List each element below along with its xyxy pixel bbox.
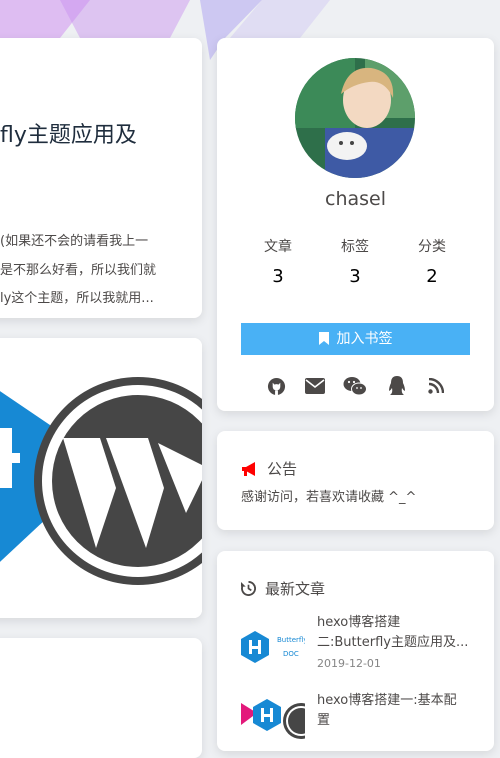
recent-post-title[interactable]: hexo博客搭建一:基本配 置 [317,691,482,731]
post-title[interactable]: fly主题应用及 [0,117,137,149]
email-icon[interactable] [303,375,327,397]
post-excerpt: (如果还不会的请看我上一 是不那么好看，所以我们就 ly这个主题，所以我就用..… [0,228,200,314]
excerpt-line: ly这个主题，所以我就用... [0,291,154,306]
rss-icon[interactable] [424,375,448,397]
recent-post-item[interactable]: Butterfly DOC hexo博客搭建 二:Butterfly主题应用及.… [241,613,481,673]
avatar[interactable] [295,58,415,178]
announcement-header: 公告 [241,458,297,479]
recent-post-item[interactable]: hexo博客搭建一:基本配 置 [241,691,481,751]
avatar-image [295,58,415,178]
wechat-icon[interactable] [343,375,367,397]
post-card-cover[interactable] [0,338,202,618]
bookmark-button[interactable]: 加入书签 [241,323,470,355]
announcement-text: 感谢访问，若喜欢请收藏 ^_^ [241,490,417,505]
stat-value: 3 [272,266,284,287]
stat-value: 2 [426,266,438,287]
stat-label: 标签 [341,239,369,255]
recent-posts-card: 最新文章 Butterfly DOC hexo博客搭建 二:Butterfly主… [217,551,494,751]
excerpt-line: 是不那么好看，所以我们就 [0,262,157,278]
recent-post-title-line: hexo博客搭建 [317,615,401,630]
stat-label: 分类 [418,239,446,255]
announcement-card: 公告 感谢访问，若喜欢请收藏 ^_^ [217,431,494,530]
svg-text:DOC: DOC [283,650,299,658]
recent-post-thumbnail[interactable] [241,691,305,751]
stat-articles[interactable]: 文章 3 [248,236,308,287]
stat-value: 3 [349,266,361,287]
recent-posts-header: 最新文章 [241,578,325,599]
post-card[interactable] [0,638,202,758]
recent-post-title[interactable]: hexo博客搭建 二:Butterfly主题应用及... [317,613,482,653]
stat-categories[interactable]: 分类 2 [402,236,462,287]
bookmark-label: 加入书签 [336,331,393,347]
recent-post-title-line: 二:Butterfly主题应用及... [317,635,469,650]
recent-post-title-line: hexo博客搭建一:基本配 [317,693,457,708]
author-name: chasel [325,188,386,210]
recent-post-date: 2019-12-01 [317,657,381,670]
post-cover-image[interactable] [0,338,202,618]
author-card: chasel 文章 3 标签 3 分类 2 加入书签 [217,38,494,411]
recent-posts-title: 最新文章 [265,580,326,598]
stat-tags[interactable]: 标签 3 [325,236,385,287]
recent-post-title-line: 置 [317,713,331,728]
stat-label: 文章 [264,239,292,255]
qq-icon[interactable] [385,375,409,397]
history-icon [241,581,256,596]
svg-text:Butterfly: Butterfly [277,636,305,644]
excerpt-line: (如果还不会的请看我上一 [0,234,149,249]
recent-post-thumbnail[interactable]: Butterfly DOC [241,613,305,673]
post-card[interactable]: fly主题应用及 (如果还不会的请看我上一 是不那么好看，所以我们就 ly这个主… [0,38,202,318]
bullhorn-icon [242,461,255,476]
bookmark-icon [318,332,329,345]
announcement-title: 公告 [267,460,298,478]
github-icon[interactable] [264,375,288,397]
